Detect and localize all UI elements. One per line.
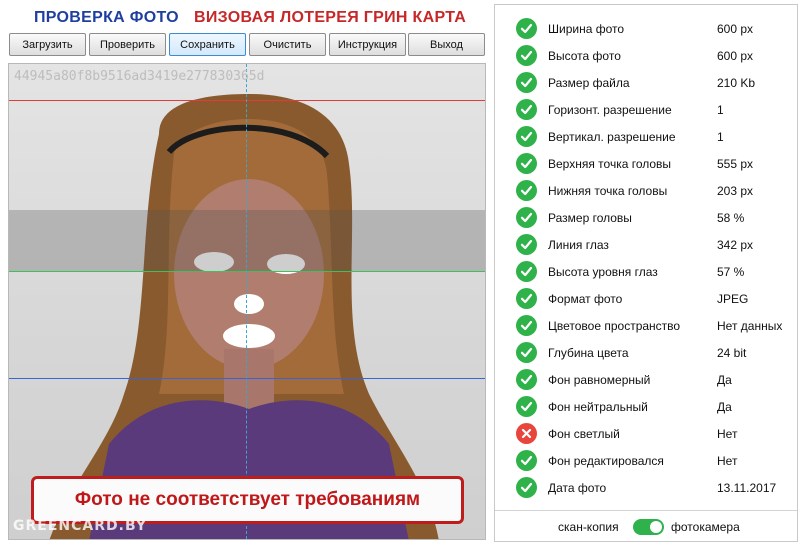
check-row: Фон нейтральный Да: [495, 393, 797, 420]
check-label: Формат фото: [548, 292, 623, 306]
check-label: Глубина цвета: [548, 346, 629, 360]
check-label: Верхняя точка головы: [548, 157, 672, 171]
check-row: Нижняя точка головы 203 px: [495, 177, 797, 204]
save-button[interactable]: Сохранить: [169, 33, 246, 56]
instruction-button[interactable]: Инструкция: [329, 33, 406, 56]
source-toggle-switch[interactable]: [633, 519, 664, 535]
check-pass-icon: [516, 99, 537, 120]
check-pass-icon: [516, 153, 537, 174]
face-zone-overlay: [9, 210, 485, 272]
clear-button[interactable]: Очистить: [249, 33, 326, 56]
check-value: Да: [717, 373, 732, 387]
check-fail-icon: [516, 423, 537, 444]
check-label: Фон равномерный: [548, 373, 651, 387]
check-pass-icon: [516, 18, 537, 39]
check-label: Линия глаз: [548, 238, 609, 252]
check-pass-icon: [516, 45, 537, 66]
check-pass-icon: [516, 126, 537, 147]
check-label: Ширина фото: [548, 22, 625, 36]
check-row: Фон светлый Нет: [495, 420, 797, 447]
check-value: 555 px: [717, 157, 754, 171]
check-pass-icon: [516, 207, 537, 228]
check-row: Размер головы 58 %: [495, 204, 797, 231]
panel-divider: [495, 510, 797, 511]
app-subtitle: ВИЗОВАЯ ЛОТЕРЕЯ ГРИН КАРТА: [194, 9, 467, 26]
check-pass-icon: [516, 342, 537, 363]
check-label: Нижняя точка головы: [548, 184, 668, 198]
check-label: Фон светлый: [548, 427, 620, 441]
check-value: 600 px: [717, 22, 754, 36]
check-value: Нет: [717, 454, 738, 468]
chin-guide-line: [9, 378, 485, 379]
check-row: Глубина цвета 24 bit: [495, 339, 797, 366]
check-row: Вертикал. разрешение 1: [495, 123, 797, 150]
check-value: 210 Kb: [717, 76, 756, 90]
check-value: Нет данных: [717, 319, 783, 333]
exit-button[interactable]: Выход: [408, 33, 485, 56]
check-pass-icon: [516, 369, 537, 390]
check-value: 24 bit: [717, 346, 747, 360]
check-label: Высота уровня глаз: [548, 265, 658, 279]
app-header: ПРОВЕРКА ФОТО ВИЗОВАЯ ЛОТЕРЕЯ ГРИН КАРТА: [0, 0, 495, 32]
check-pass-icon: [516, 477, 537, 498]
check-label: Вертикал. разрешение: [548, 130, 676, 144]
watermark: GREENCARD.BY: [13, 518, 147, 534]
eye-guide-line: [9, 271, 485, 272]
check-row: Фон редактировался Нет: [495, 447, 797, 474]
check-row: Фон равномерный Да: [495, 366, 797, 393]
check-label: Размер головы: [548, 211, 632, 225]
result-banner: Фото не соответствует требованиям: [31, 476, 464, 524]
check-value: 57 %: [717, 265, 745, 279]
check-pass-icon: [516, 72, 537, 93]
app-title: ПРОВЕРКА ФОТО: [34, 9, 179, 26]
check-value: 1: [717, 103, 724, 117]
check-value: 1: [717, 130, 724, 144]
check-row: Размер файла 210 Kb: [495, 69, 797, 96]
check-row: Формат фото JPEG: [495, 285, 797, 312]
check-value: Да: [717, 400, 732, 414]
portrait-image: [49, 94, 439, 539]
check-row: Ширина фото 600 px: [495, 15, 797, 42]
check-value: 203 px: [717, 184, 754, 198]
check-value: Нет: [717, 427, 738, 441]
check-row: Верхняя точка головы 555 px: [495, 150, 797, 177]
check-row: Цветовое пространство Нет данных: [495, 312, 797, 339]
check-label: Цветовое пространство: [548, 319, 681, 333]
check-label: Размер файла: [548, 76, 630, 90]
check-pass-icon: [516, 450, 537, 471]
check-pass-icon: [516, 234, 537, 255]
check-label: Фон нейтральный: [548, 400, 648, 414]
load-button[interactable]: Загрузить: [9, 33, 86, 56]
check-pass-icon: [516, 288, 537, 309]
check-value: 58 %: [717, 211, 745, 225]
check-label: Горизонт. разрешение: [548, 103, 672, 117]
check-button[interactable]: Проверить: [89, 33, 166, 56]
check-row: Высота фото 600 px: [495, 42, 797, 69]
toggle-knob: [650, 521, 662, 533]
check-value: 342 px: [717, 238, 754, 252]
check-label: Дата фото: [548, 481, 607, 495]
check-label: Фон редактировался: [548, 454, 664, 468]
check-label: Высота фото: [548, 49, 621, 63]
file-hash: 44945a80f8b9516ad3419e277830365d: [14, 69, 265, 84]
scan-copy-label[interactable]: скан-копия: [558, 520, 619, 534]
source-toggle-row: скан-копия фотокамера: [495, 517, 797, 537]
check-row: Линия глаз 342 px: [495, 231, 797, 258]
check-pass-icon: [516, 180, 537, 201]
check-row: Высота уровня глаз 57 %: [495, 258, 797, 285]
check-row: Дата фото 13.11.2017: [495, 474, 797, 501]
check-results-panel: Ширина фото 600 px Высота фото 600 px Размер…: [494, 4, 798, 542]
photo-preview: 44945a80f8b9516ad3419e277830365d Фото не…: [8, 63, 486, 540]
check-value: JPEG: [717, 292, 749, 306]
camera-label[interactable]: фотокамера: [671, 520, 740, 534]
top-guide-line: [9, 100, 485, 101]
check-value: 13.11.2017: [717, 481, 777, 495]
check-pass-icon: [516, 315, 537, 336]
check-pass-icon: [516, 396, 537, 417]
center-guide-line: [246, 64, 247, 539]
check-pass-icon: [516, 261, 537, 282]
check-row: Горизонт. разрешение 1: [495, 96, 797, 123]
check-value: 600 px: [717, 49, 754, 63]
